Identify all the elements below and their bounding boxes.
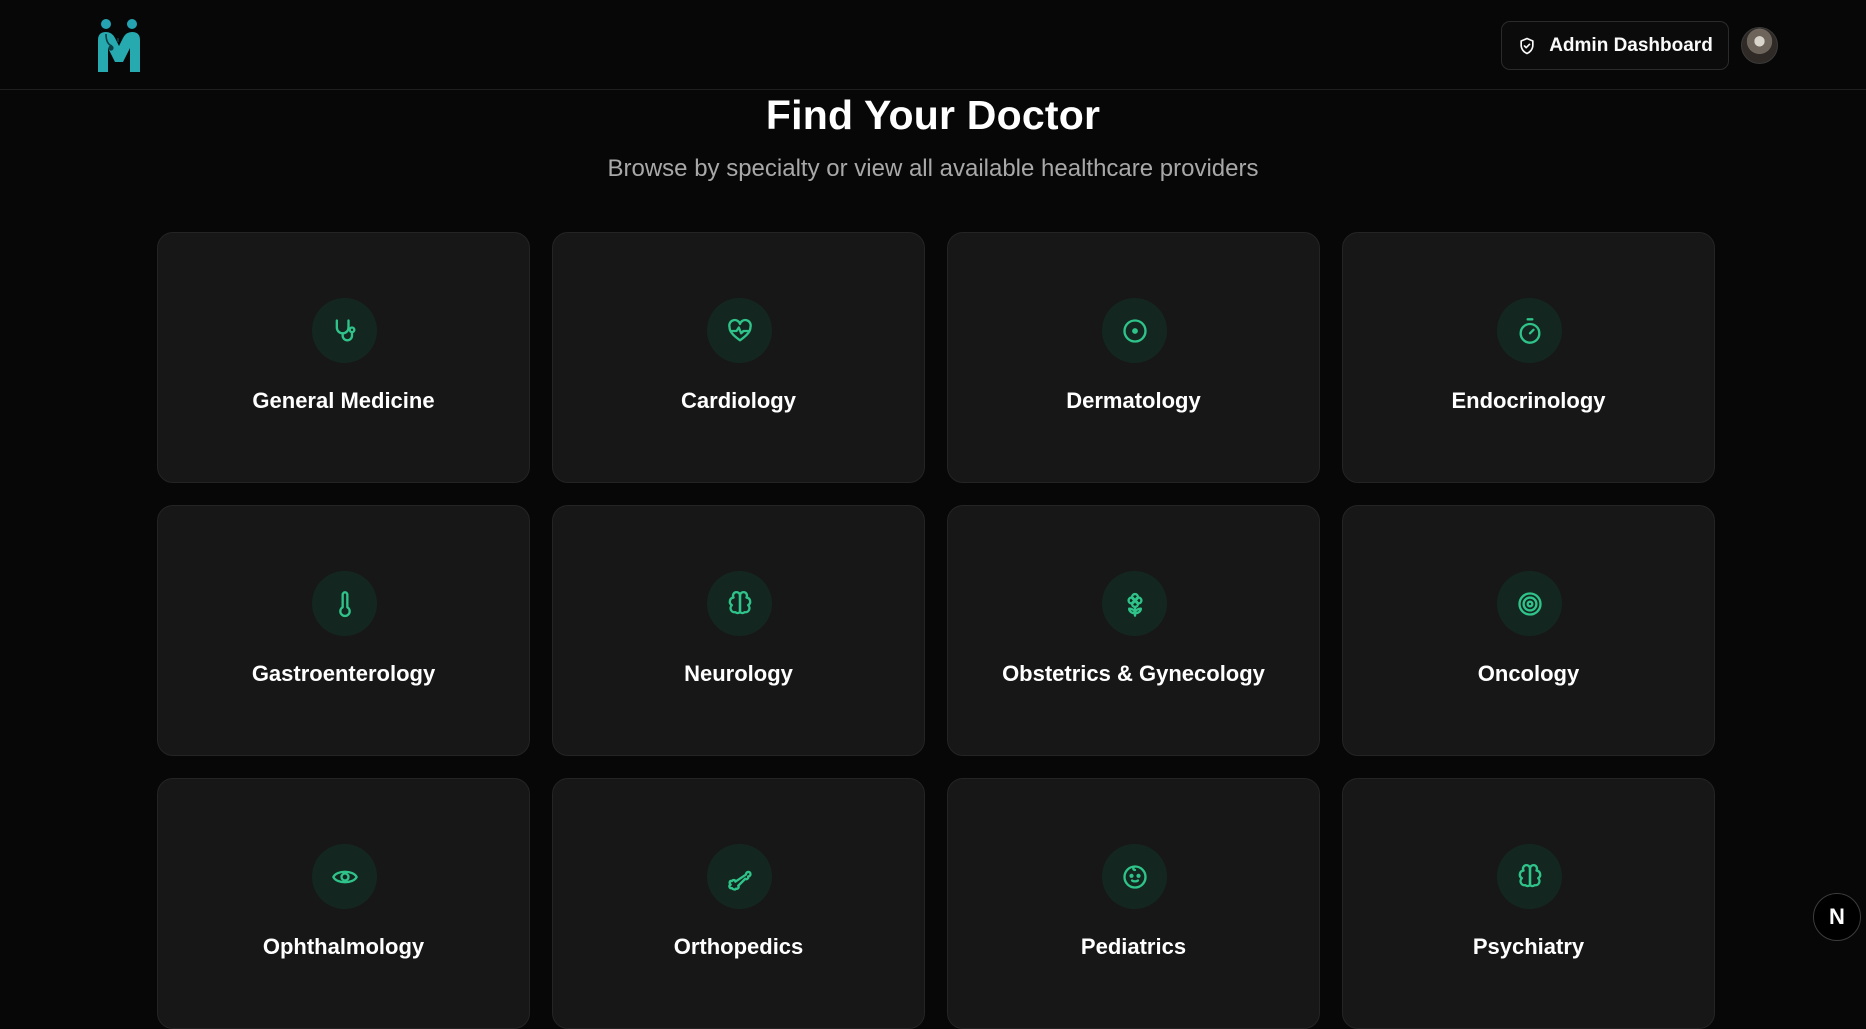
next-dev-indicator-label: N	[1829, 904, 1845, 929]
user-avatar[interactable]	[1741, 27, 1778, 64]
specialty-card-ophthalmology[interactable]: Ophthalmology	[157, 778, 530, 1029]
specialty-label: General Medicine	[252, 388, 435, 413]
specialty-card-psychiatry[interactable]: Psychiatry	[1342, 778, 1715, 1029]
timer-icon	[1497, 298, 1562, 363]
specialty-label: Gastroenterology	[251, 661, 436, 686]
thermometer-icon	[312, 571, 377, 636]
specialty-card-gastroenterology[interactable]: Gastroenterology	[157, 505, 530, 756]
specialty-label: Cardiology	[681, 388, 796, 413]
specialty-card-dermatology[interactable]: Dermatology	[947, 232, 1320, 483]
circle-dot-icon	[1102, 298, 1167, 363]
admin-dashboard-button[interactable]: Admin Dashboard	[1501, 21, 1729, 70]
specialty-label: Pediatrics	[1080, 934, 1187, 959]
specialty-label: Neurology	[684, 661, 793, 686]
specialty-label: Endocrinology	[1451, 388, 1606, 413]
target-icon	[1497, 571, 1562, 636]
medical-m-logo[interactable]	[94, 18, 144, 74]
specialty-card-orthopedics[interactable]: Orthopedics	[552, 778, 925, 1029]
baby-icon	[1102, 844, 1167, 909]
specialty-card-obstetrics-gynecology[interactable]: Obstetrics & Gynecology	[947, 505, 1320, 756]
specialty-card-oncology[interactable]: Oncology	[1342, 505, 1715, 756]
eye-icon	[312, 844, 377, 909]
brain-icon	[707, 571, 772, 636]
heart-pulse-icon	[707, 298, 772, 363]
specialty-label: Orthopedics	[673, 934, 804, 959]
specialty-label: Psychiatry	[1472, 934, 1585, 959]
specialty-label: Obstetrics & Gynecology	[1002, 661, 1265, 686]
bone-icon	[707, 844, 772, 909]
specialty-card-neurology[interactable]: Neurology	[552, 505, 925, 756]
page-subtitle: Browse by specialty or view all availabl…	[607, 155, 1259, 182]
specialty-label: Ophthalmology	[262, 934, 425, 959]
flower-icon	[1102, 571, 1167, 636]
specialty-label: Dermatology	[1066, 388, 1201, 413]
admin-dashboard-label: Admin Dashboard	[1549, 34, 1713, 56]
next-dev-indicator-button[interactable]: N	[1813, 893, 1861, 941]
stethoscope-icon	[312, 298, 377, 363]
specialty-grid: General Medicine Cardiology Dermatology …	[157, 232, 1715, 1029]
page-title: Find Your Doctor	[765, 92, 1101, 138]
specialty-card-endocrinology[interactable]: Endocrinology	[1342, 232, 1715, 483]
brain-icon	[1497, 844, 1562, 909]
top-navbar: Admin Dashboard	[0, 0, 1866, 90]
specialty-card-general-medicine[interactable]: General Medicine	[157, 232, 530, 483]
specialty-card-pediatrics[interactable]: Pediatrics	[947, 778, 1320, 1029]
shield-check-icon	[1520, 37, 1534, 54]
specialty-label: Oncology	[1477, 661, 1580, 686]
specialty-card-cardiology[interactable]: Cardiology	[552, 232, 925, 483]
